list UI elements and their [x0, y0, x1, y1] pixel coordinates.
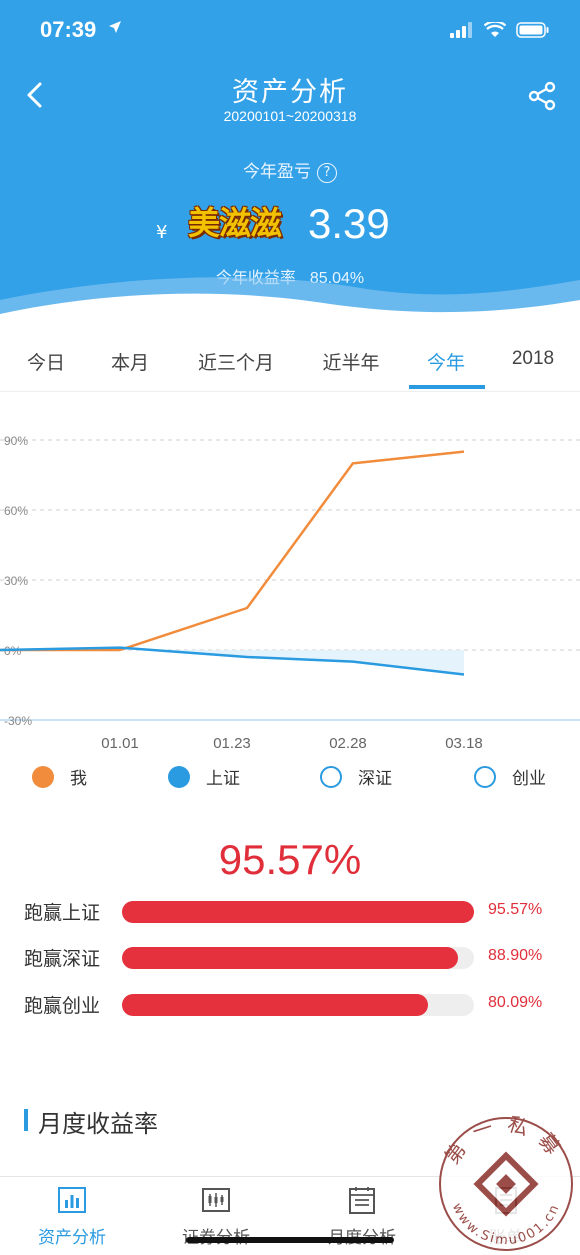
profit-loss-amount: 3.39	[308, 200, 390, 247]
sticker-overlay: 美滋滋	[186, 198, 304, 242]
y-tick-label: 60%	[4, 504, 28, 518]
y-tick-label: -30%	[4, 714, 32, 728]
legend-dot-shenzhen	[320, 765, 342, 788]
x-tick-label: 01.23	[213, 735, 251, 752]
header: 07:39 资产分析 20200101~20200318 今年盈亏 ? ¥ 美滋…	[0, 0, 580, 330]
currency-symbol: ¥	[156, 222, 168, 243]
help-icon[interactable]: ?	[317, 163, 337, 183]
home-indicator	[186, 1237, 394, 1243]
progress-fill	[122, 947, 459, 969]
outperform-value: 80.09%	[488, 994, 543, 1011]
return-chart: 90% 60% 30% 0% -30% 01.01 01.23 02.28 03.18	[0, 392, 580, 762]
period-tabs: 今日 本月 近三个月 近半年 今年 2018	[0, 330, 580, 392]
x-tick-label: 02.28	[329, 735, 367, 752]
nav-asset-analysis[interactable]: 资产分析	[14, 1185, 130, 1248]
outperform-label: 跑赢创业	[24, 995, 101, 1017]
status-time: 07:39	[40, 17, 97, 42]
progress-track	[122, 947, 474, 969]
wifi-icon	[484, 22, 506, 37]
y-tick-label: 90%	[4, 434, 28, 448]
legend-item-chinext[interactable]: 创业	[474, 764, 546, 789]
signal-icon	[450, 22, 472, 38]
legend-dot-me	[32, 765, 54, 788]
legend-label-chinext: 创业	[512, 769, 546, 789]
candlestick-icon	[202, 1188, 230, 1212]
legend-label-me: 我	[70, 769, 87, 789]
progress-track	[122, 994, 474, 1016]
progress-track	[122, 901, 474, 923]
outperform-row-shanghai: 跑赢上证 95.57%	[0, 898, 580, 928]
tab-2018[interactable]: 2018	[506, 348, 560, 370]
legend-item-shanghai[interactable]: 上证	[168, 764, 240, 789]
outperform-value: 88.90%	[488, 947, 543, 964]
section-title-monthly: 月度收益率	[24, 1104, 158, 1139]
battery-icon	[516, 22, 549, 38]
legend-label-shanghai: 上证	[206, 769, 240, 789]
outperform-headline: 95.57%	[218, 836, 362, 883]
y-tick-label: 30%	[4, 574, 28, 588]
header-wave	[0, 277, 580, 330]
outperform-label: 跑赢深证	[24, 948, 101, 970]
bar-chart-icon	[58, 1187, 86, 1213]
return-chart-svg: 90%60%30%0%-30%01.01 01.23 02.28 03.18	[0, 434, 580, 752]
series-area-shanghai	[0, 647, 464, 675]
page-title: 资产分析	[232, 77, 348, 108]
legend-item-me[interactable]: 我	[32, 764, 87, 789]
tab-three-months[interactable]: 近三个月	[192, 348, 280, 375]
active-tab-indicator	[409, 385, 485, 389]
date-range: 20200101~20200318	[223, 108, 357, 124]
tab-half-year[interactable]: 近半年	[318, 348, 384, 375]
x-tick-label: 03.18	[445, 735, 483, 752]
outperform-row-shenzhen: 跑赢深证 88.90%	[0, 944, 580, 974]
tab-this-month[interactable]: 本月	[104, 348, 156, 375]
legend-dot-chinext	[474, 765, 496, 788]
progress-fill	[122, 901, 474, 923]
status-icons	[450, 22, 550, 38]
chart-legend: 我 上证 深证 创业	[0, 760, 580, 794]
nav-label: 资产分析	[38, 1228, 106, 1248]
profit-loss-label: 今年盈亏?	[0, 157, 580, 183]
tab-this-year[interactable]: 今年	[422, 348, 470, 375]
progress-fill	[122, 994, 428, 1016]
legend-item-shenzhen[interactable]: 深证	[320, 764, 392, 789]
calendar-doc-icon	[349, 1187, 375, 1214]
series-line-me	[0, 450, 465, 652]
legend-dot-shanghai	[168, 765, 190, 788]
status-bar: 07:39	[0, 0, 580, 60]
watermark-seal: 第一私募 www.Simu001.cn	[439, 1111, 573, 1251]
outperform-value: 95.57%	[488, 901, 543, 918]
location-arrow-icon	[108, 19, 122, 38]
x-tick-label: 01.01	[101, 735, 139, 752]
outperform-row-chinext: 跑赢创业 80.09%	[0, 991, 580, 1021]
share-icon[interactable]	[526, 80, 558, 112]
profit-loss-label-text: 今年盈亏	[243, 162, 311, 182]
sticker-text: 美滋滋	[188, 204, 282, 242]
legend-label-shenzhen: 深证	[358, 769, 392, 789]
outperform-label: 跑赢上证	[24, 902, 101, 924]
tab-today[interactable]: 今日	[24, 348, 68, 375]
